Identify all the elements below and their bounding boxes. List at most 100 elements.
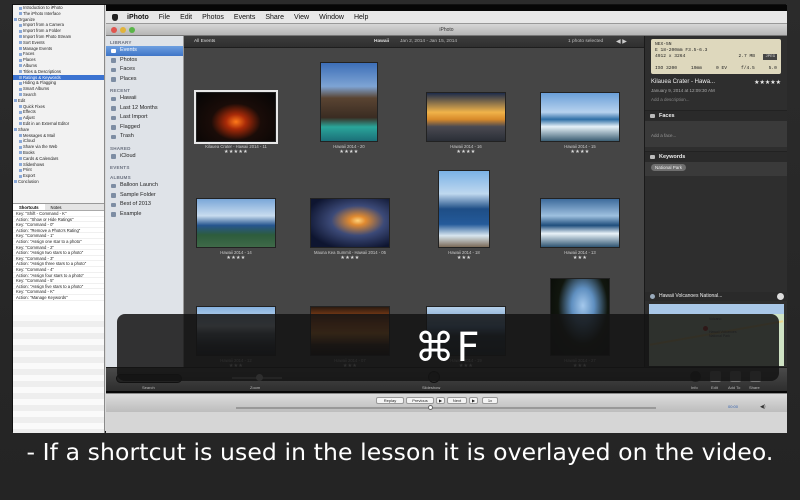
faces-header[interactable]: Faces [645,111,787,121]
lesson-tree-label: Export [23,173,36,179]
source-item-trash[interactable]: Trash [106,132,183,142]
apple-icon[interactable] [112,13,118,21]
source-item-sample-folder[interactable]: Sample Folder [106,191,183,201]
photo-image[interactable] [196,198,276,248]
tab-notes[interactable]: Notes [45,204,68,210]
source-item-best-of-2013[interactable]: Best of 2013 [106,200,183,210]
photo-image[interactable] [320,62,378,142]
source-item-last-12-months[interactable]: Last 12 Months [106,104,183,114]
minimize-icon[interactable] [120,27,126,33]
menu-window[interactable]: Window [319,11,344,24]
source-item-label: Events [120,47,137,53]
lesson-tree-label: Import from Photo Stream [23,33,72,39]
album-icon [111,202,116,207]
photo-image[interactable] [438,170,490,248]
keywords-header[interactable]: Keywords [645,152,787,162]
source-item-example[interactable]: Example [106,210,183,220]
photo-thumbnail[interactable]: Hawaii 2014 - 20 ★★★★ [320,62,378,155]
movie-icon [19,6,22,10]
photo-rating[interactable]: ★★★★ [426,149,506,155]
source-item-hawaii[interactable]: Hawaii [106,94,183,104]
menu-share[interactable]: Share [265,11,284,24]
movie-icon [19,93,22,97]
photo-title-row[interactable]: Kilauea Crater - Hawa... ★★★★★ [645,77,787,86]
previous-button[interactable]: Previous [406,397,434,404]
photo-image[interactable] [194,90,278,144]
menu-file[interactable]: File [159,11,170,24]
source-item-places[interactable]: Places [106,75,183,85]
playback-thumb[interactable] [428,405,433,410]
photo-thumbnail[interactable]: Kilauea Crater - Hawaii 2014 - 11 ★★★★★ [194,90,278,155]
source-item-balloon-launch[interactable]: Balloon Launch [106,181,183,191]
keywords-section: Keywords National Park [645,151,787,176]
add-face-field[interactable]: Add a face... [645,121,787,147]
photo-thumbnail[interactable]: Hawaii 2014 - 15 ★★★★ [540,92,620,155]
photo-rating[interactable]: ★★★★ [540,149,620,155]
menu-photos[interactable]: Photos [202,11,224,24]
photo-title[interactable]: Kilauea Crater - Hawa... [651,79,715,86]
photo-thumbnail[interactable]: Hawaii 2014 - 18 ★★★ [438,170,490,261]
close-icon[interactable] [111,27,117,33]
replay-button[interactable]: Replay [376,397,404,404]
photo-thumbnail[interactable]: Mauna Kea Summit - Hawaii 2014 - 05 ★★★★ [310,198,390,261]
shortcut-overlay-text: ⌘F [414,324,482,371]
photo-thumbnail[interactable]: Hawaii 2014 - 16 ★★★★ [426,92,506,155]
photo-thumbnail[interactable]: Hawaii 2014 - 14 ★★★★ [196,198,276,261]
lesson-tree-label: Messages & Mail [23,132,55,138]
source-item-label: Last Import [120,114,148,120]
photo-rating[interactable]: ★★★ [540,255,620,261]
menu-iphoto[interactable]: iPhoto [127,11,149,24]
lesson-tree-item[interactable]: Conclusion [13,179,104,185]
event-nav-arrows[interactable]: ◀ ▶ [616,36,627,48]
photo-image[interactable] [426,92,506,142]
movie-icon [19,157,22,161]
tab-shortcuts[interactable]: Shortcuts [13,204,45,210]
menu-view[interactable]: View [294,11,309,24]
photo-rating[interactable]: ★★★★ [310,255,390,261]
playback-track[interactable] [236,407,656,409]
fast-forward-button[interactable]: ▶ [469,397,478,404]
photo-thumbnail[interactable]: Hawaii 2014 - 13 ★★★ [540,198,620,261]
menu-help[interactable]: Help [354,11,368,24]
go-arrow-icon[interactable] [777,293,784,300]
source-item-last-import[interactable]: Last Import [106,113,183,123]
photo-rating[interactable]: ★★★★★ [754,79,781,86]
menu-events[interactable]: Events [234,11,255,24]
lesson-tree-label: Introduction to iPhoto [23,5,63,10]
movie-icon [19,134,22,138]
next-button[interactable]: Next [447,397,467,404]
source-item-icloud[interactable]: iCloud [106,152,183,162]
description-field[interactable]: Add a description... [645,93,787,106]
movie-icon [19,23,22,27]
all-events-button[interactable]: All Events [194,36,215,48]
photo-rating[interactable]: ★★★ [438,255,490,261]
search-label: Search [142,385,155,390]
lesson-tree-label: Effects [23,109,36,115]
source-item-flagged[interactable]: Flagged [106,123,183,133]
play-button[interactable]: ▶ [436,397,445,404]
selection-count: 1 photo selected [568,39,604,44]
movie-icon [19,116,22,120]
import-icon [111,115,116,120]
lesson-tree-label: Faces [23,51,35,57]
photo-image[interactable] [540,92,620,142]
menu-edit[interactable]: Edit [180,11,192,24]
photo-image[interactable] [310,198,390,248]
speed-selector[interactable]: 1x [482,397,498,404]
photo-rating[interactable]: ★★★★ [320,149,378,155]
lesson-tree-label: Search [23,91,37,97]
source-item-events[interactable]: Events [106,46,183,56]
movie-icon [19,139,22,143]
shared-heading: SHARED [110,145,131,151]
movie-icon [19,151,22,155]
window-controls [111,27,135,33]
source-item-faces[interactable]: Faces [106,65,183,75]
keyword-tag[interactable]: National Park [651,164,687,171]
photo-image[interactable] [540,198,620,248]
volume-icon[interactable]: ◀) [760,404,766,410]
source-item-photos[interactable]: Photos [106,56,183,66]
photo-rating[interactable]: ★★★★ [196,255,276,261]
zoom-icon[interactable] [129,27,135,33]
add-to-label: Add To [728,385,741,390]
photo-rating[interactable]: ★★★★★ [196,149,276,155]
